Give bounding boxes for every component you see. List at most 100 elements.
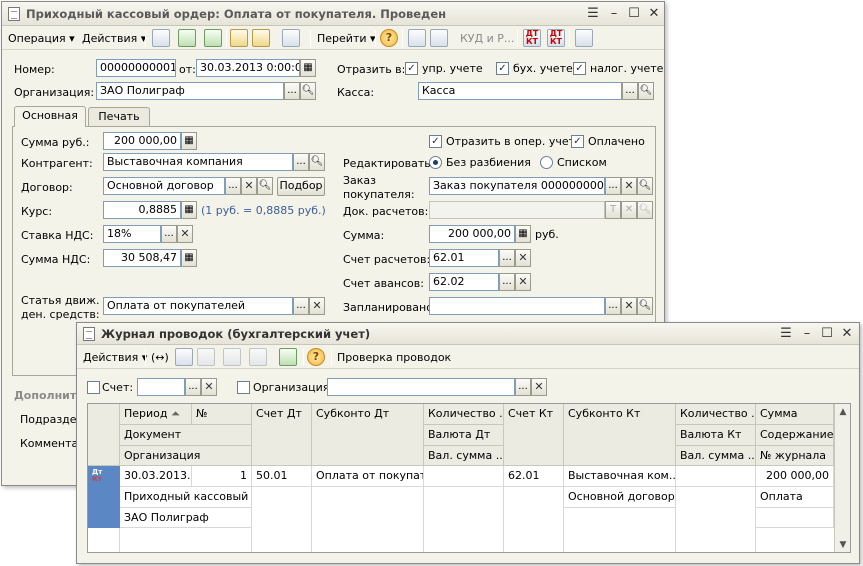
clear-icon[interactable]: ✕ [531,378,547,396]
kudir-button[interactable]: КУД и Р... [460,30,514,47]
check-entries-button[interactable]: Проверка проводок [337,349,451,366]
calculator-icon[interactable]: ▦ [181,201,197,219]
search-icon[interactable]: 🔍︎ [309,153,325,171]
column-subconto-kt[interactable]: Субконто Кт [564,404,676,466]
date-field[interactable]: 30.03.2013 0:00:00 [196,59,300,77]
vat-sum-field[interactable]: 30 508,47 [103,249,181,267]
scroll-down-icon[interactable]: ▼ [835,537,850,552]
paid-checkbox[interactable]: ✓ [571,135,584,148]
structure-subordination-icon[interactable] [575,29,593,47]
calculator-icon[interactable]: ▦ [181,249,197,267]
buyer-order-field[interactable]: Заказ покупателя 00000000007 с [429,177,605,195]
column-period[interactable]: Период ⏶ [120,404,192,425]
clear-icon[interactable]: ✕ [515,273,531,291]
search-icon[interactable]: 🔍︎ [637,201,653,219]
select-ellipsis-button[interactable]: ... [499,273,515,291]
column-number[interactable]: № [192,404,252,425]
select-ellipsis-button[interactable]: ... [185,378,201,396]
mgmt-accounting-checkbox[interactable]: ✓ [405,62,418,75]
select-ellipsis-button[interactable]: ... [605,177,621,195]
text-type-icon[interactable]: T [605,201,621,219]
filter-by-value-icon[interactable] [197,348,215,366]
dt-kt-icon[interactable]: ДТ КТ [523,29,541,47]
clear-icon[interactable]: ✕ [621,201,637,219]
select-ellipsis-button[interactable]: ... [605,297,621,315]
advance-account-field[interactable]: 62.02 [429,273,499,291]
search-icon[interactable]: 🔍︎ [637,297,653,315]
menu-icon[interactable]: ☰ [778,326,794,342]
org-filter-field[interactable] [327,378,515,396]
organization-field[interactable]: ЗАО Полиграф [96,82,284,100]
dt-kt-report-icon[interactable]: ДТ КТ [547,29,565,47]
rate-field[interactable]: 0,8885 [103,201,181,219]
select-ellipsis-button[interactable]: ... [225,177,241,195]
unpost-icon[interactable] [252,29,270,47]
column-cur-sum-dt[interactable]: Вал. сумма ... [424,446,504,466]
column-quantity-kt[interactable]: Количество ... [676,404,756,425]
structure-icon[interactable] [408,29,426,47]
menu-icon[interactable]: ☰ [585,6,601,22]
help-icon[interactable]: ? [380,29,398,47]
column-sum[interactable]: Сумма [756,404,834,425]
vertical-scrollbar[interactable]: ▲ ▼ [834,404,850,552]
settle-doc-field[interactable] [429,201,605,219]
search-icon[interactable]: 🔍︎ [638,82,654,100]
save-icon[interactable] [230,29,248,47]
select-button[interactable]: Подбор [277,177,325,196]
clear-icon[interactable]: ✕ [241,177,257,195]
vat-rate-field[interactable]: 18% [103,225,161,243]
clear-icon[interactable]: ✕ [177,225,193,243]
select-ellipsis-button[interactable]: ... [293,153,309,171]
number-field[interactable]: 00000000001 [96,59,176,77]
calendar-icon[interactable]: ▦ [300,59,316,77]
sum-rub-field[interactable]: 200 000,00 [103,132,181,150]
maximize-icon[interactable]: ☐ [819,326,835,342]
oper-accounting-checkbox[interactable]: ✓ [429,135,442,148]
journal-actions-menu[interactable]: Действия ▾ [83,349,147,366]
clear-icon[interactable]: ✕ [515,249,531,267]
acc-accounting-checkbox[interactable]: ✓ [496,62,509,75]
column-organization[interactable]: Организация [120,446,252,466]
contractor-field[interactable]: Выставочная компания [103,153,293,171]
account-filter-checkbox[interactable] [87,381,100,394]
help-icon[interactable]: ? [307,348,325,366]
filter-clear-icon[interactable] [249,348,267,366]
close-icon[interactable]: ✕ [839,326,855,342]
tab-main[interactable]: Основная [14,106,86,127]
calculator-icon[interactable]: ▦ [181,132,197,150]
column-quantity-dt[interactable]: Количество ... [424,404,504,425]
scroll-up-icon[interactable]: ▲ [835,404,850,420]
select-ellipsis-button[interactable]: ... [161,225,177,243]
refresh-icon[interactable] [178,29,196,47]
column-subconto-dt[interactable]: Субконто Дт [312,404,424,466]
maximize-icon[interactable]: ☐ [626,6,642,22]
clear-icon[interactable]: ✕ [201,378,217,396]
goto-menu[interactable]: Перейти ▾ [317,30,376,47]
tab-print[interactable]: Печать [88,107,150,127]
actions-menu[interactable]: Действия ▾ [82,30,146,47]
column-account-kt[interactable]: Счет Кт [504,404,564,466]
select-ellipsis-button[interactable]: ... [622,82,638,100]
column-currency-kt[interactable]: Валюта Кт [676,425,756,446]
sum-field[interactable]: 200 000,00 [429,225,515,243]
column-content[interactable]: Содержание [756,425,834,446]
clear-icon[interactable]: ✕ [621,297,637,315]
planned-field[interactable] [429,297,605,315]
org-filter-checkbox[interactable] [237,381,250,394]
settle-account-field[interactable]: 62.01 [429,249,499,267]
close-icon[interactable]: ✕ [646,6,662,22]
minimize-icon[interactable]: – [799,326,815,342]
tax-accounting-checkbox[interactable]: ✓ [573,62,586,75]
search-icon[interactable]: 🔍︎ [257,177,273,195]
operation-menu[interactable]: Операция ▾ [8,30,75,47]
select-ellipsis-button[interactable]: ... [515,378,531,396]
cashflow-item-field[interactable]: Оплата от покупателей [103,297,293,315]
column-document[interactable]: Документ [120,425,252,446]
cash-field[interactable]: Касса [418,82,622,100]
list-settings-icon[interactable] [430,29,448,47]
search-icon[interactable]: 🔍︎ [637,177,653,195]
filter-list-icon[interactable] [223,348,241,366]
brackets-icon[interactable]: (↔) [151,349,169,366]
clear-icon[interactable]: ✕ [621,177,637,195]
minimize-icon[interactable]: – [606,6,622,22]
